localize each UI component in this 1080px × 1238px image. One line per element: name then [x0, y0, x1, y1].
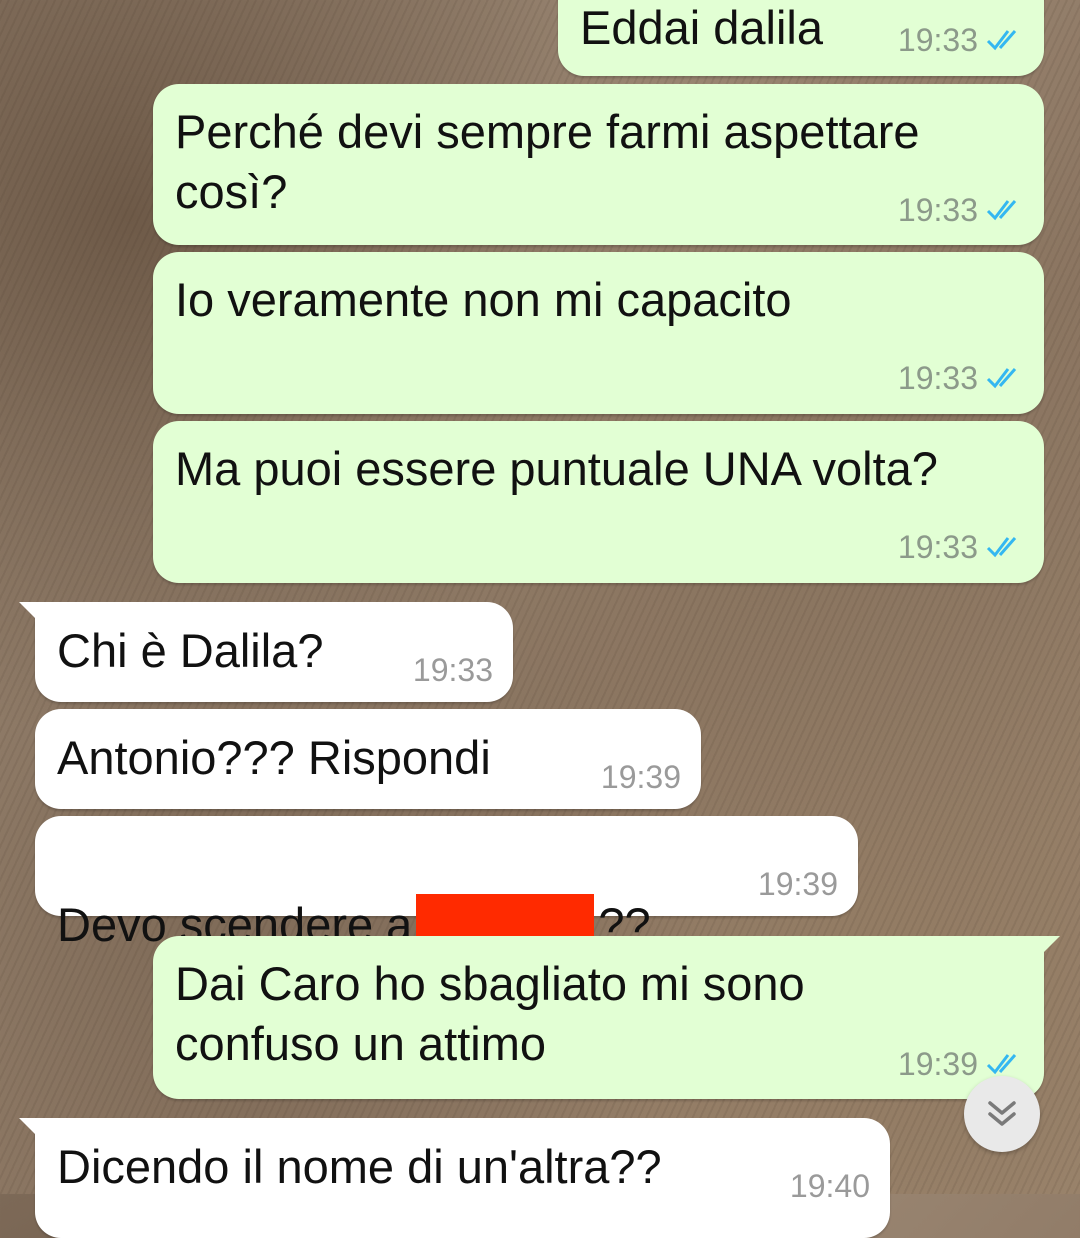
message-bubble-incoming[interactable]: Chi è Dalila? 19:33: [19, 602, 513, 702]
message-bubble-outgoing[interactable]: Io veramente non mi capacito 19:33: [153, 252, 1044, 414]
double-chevron-down-icon: [988, 1101, 1016, 1126]
message-bubble-incoming[interactable]: Antonio??? Rispondi 19:39: [35, 709, 701, 809]
message-text: Io veramente non mi capacito: [175, 273, 792, 326]
message-text: Eddai dalila: [580, 1, 824, 54]
message-meta: 19:33: [413, 652, 493, 688]
double-check-icon: [986, 1054, 1017, 1075]
message-time: 19:40: [789, 1168, 870, 1204]
message-time: 19:39: [600, 759, 681, 795]
message-meta: 19:33: [898, 529, 1024, 565]
message-bubble-outgoing[interactable]: Dai Caro ho sbagliato mi sono confuso un…: [153, 936, 1060, 1099]
message-time: 19:33: [897, 529, 978, 565]
message-time: 19:33: [897, 360, 978, 396]
message-time: 19:39: [757, 866, 838, 902]
message-bubble-outgoing[interactable]: Eddai dalila 19:33: [558, 0, 1044, 76]
bubble-tail: [19, 1118, 41, 1140]
message-time: 19:33: [412, 652, 493, 688]
bubble-tail: [19, 602, 41, 624]
message-text: Perché devi sempre farmi aspettare così?: [175, 105, 920, 218]
message-text: Dai Caro ho sbagliato mi sono confuso un…: [175, 957, 805, 1070]
double-check-icon: [986, 368, 1017, 389]
message-meta: 19:33: [898, 192, 1024, 228]
message-bubble-outgoing[interactable]: Ma puoi essere puntuale UNA volta? 19:33: [153, 421, 1044, 583]
message-meta: 19:40: [790, 1168, 870, 1204]
message-bubble-incoming[interactable]: Dicendo il nome di un'altra?? 19:40: [19, 1118, 890, 1238]
message-bubble-incoming[interactable]: Devo scendere a?? 19:39: [35, 816, 858, 956]
message-meta: 19:33: [898, 360, 1024, 396]
message-text: Chi è Dalila?: [57, 624, 324, 677]
message-text: Dicendo il nome di un'altra??: [57, 1140, 662, 1193]
scroll-to-bottom-button[interactable]: [964, 1076, 1040, 1152]
message-meta: 19:33: [898, 22, 1024, 58]
message-time: 19:33: [897, 22, 978, 58]
double-check-icon: [986, 200, 1017, 221]
bubble-tail: [1038, 936, 1060, 958]
message-text: Antonio??? Rispondi: [57, 731, 491, 784]
double-check-icon: [986, 30, 1017, 51]
message-time: 19:39: [897, 1046, 978, 1082]
message-bubble-outgoing[interactable]: Perché devi sempre farmi aspettare così?…: [153, 84, 1044, 245]
chat-thread[interactable]: Eddai dalila 19:33 Perché devi sempre fa…: [0, 0, 1080, 1238]
message-meta: 19:39: [601, 759, 681, 795]
message-text: Ma puoi essere puntuale UNA volta?: [175, 442, 938, 495]
double-check-icon: [986, 537, 1017, 558]
message-meta: 19:39: [758, 866, 838, 902]
message-time: 19:33: [897, 192, 978, 228]
